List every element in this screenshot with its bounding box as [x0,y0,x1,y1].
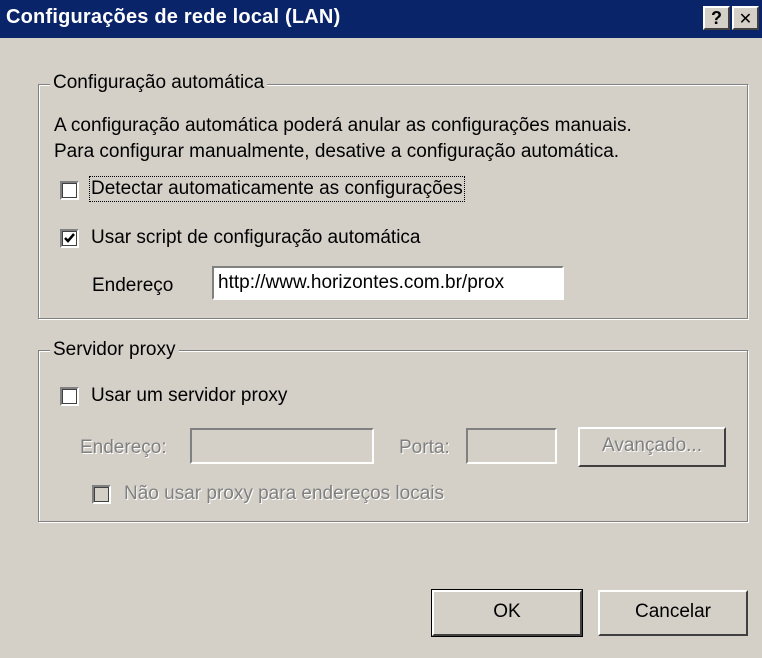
script-address-label: Endereço [92,275,174,296]
help-icon: ? [711,8,722,28]
auto-config-description-line2: Para configurar manualmente, desative a … [54,141,620,162]
use-proxy-checkbox[interactable] [60,387,79,406]
auto-config-description-line1: A configuração automática poderá anular … [54,115,632,136]
close-button[interactable]: ✕ [732,6,759,30]
bypass-local-label: Não usar proxy para endereços locais [124,483,445,504]
proxy-address-input[interactable] [190,428,374,464]
title-bar: Configurações de rede local (LAN) ? ✕ [0,0,762,38]
detect-settings-checkbox[interactable] [60,181,79,200]
use-script-label[interactable]: Usar script de configuração automática [91,227,421,249]
bypass-local-checkbox[interactable] [92,485,111,504]
help-button[interactable]: ? [703,6,730,30]
checkmark-icon [64,233,75,243]
detect-settings-label[interactable]: Detectar automaticamente as configuraçõe… [89,176,465,202]
window-title: Configurações de rede local (LAN) [6,6,341,28]
ok-button[interactable]: OK [431,589,583,637]
use-proxy-label[interactable]: Usar um servidor proxy [91,385,287,407]
proxy-port-label: Porta: [399,437,450,458]
cancel-button[interactable]: Cancelar [598,590,748,636]
proxy-legend: Servidor proxy [50,339,179,361]
proxy-address-label: Endereço: [80,437,167,458]
auto-config-legend: Configuração automática [50,72,268,94]
proxy-port-input[interactable] [466,428,557,464]
close-icon: ✕ [738,11,753,28]
script-address-input[interactable]: http://www.horizontes.com.br/prox [212,266,564,300]
advanced-button[interactable]: Avançado... [578,427,726,467]
use-script-checkbox[interactable] [60,229,79,248]
